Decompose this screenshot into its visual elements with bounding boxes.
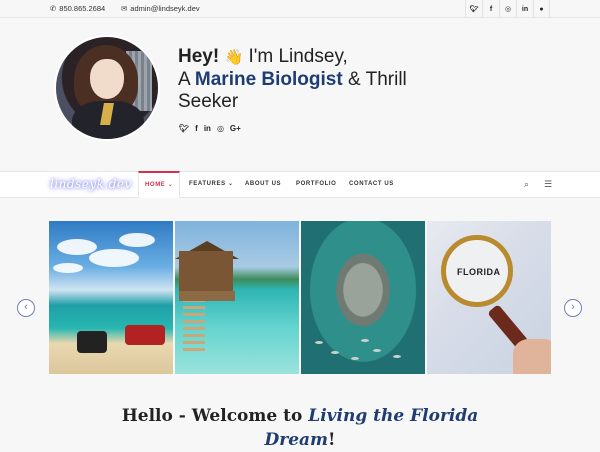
linkedin-icon[interactable]: in (516, 0, 533, 18)
role-text: Marine Biologist (194, 69, 343, 90)
chevron-down-icon: ⌄ (167, 182, 174, 188)
facebook-icon[interactable]: f (195, 124, 198, 133)
phone-number: 850.865.2684 (59, 4, 106, 13)
hero-headline: Hey! 👋 I'm Lindsey, A Marine Biologist &… (178, 46, 407, 113)
facebook-icon[interactable]: f (482, 0, 499, 18)
github-icon[interactable]: ● (533, 0, 550, 18)
hero-social-links: 🐦︎ f in ◎ G+ (179, 124, 241, 133)
image-carousel: FLORIDA (49, 221, 551, 374)
overwater-bungalow-image[interactable] (175, 221, 299, 374)
hey-text: Hey! (178, 46, 220, 67)
welcome-emphasis: Living the Florida (308, 406, 479, 426)
chevron-down-icon: ⌄ (227, 181, 234, 187)
welcome-suffix: ! (328, 430, 336, 450)
welcome-prefix: Hello - Welcome to (121, 406, 303, 426)
wave-icon: 👋 (224, 49, 244, 66)
site-logo[interactable]: lindseyk.dev (50, 177, 132, 191)
google-plus-icon[interactable]: G+ (230, 124, 241, 133)
nav-item-features[interactable]: FEATURES ⌄ (189, 172, 234, 197)
line3-text: Seeker (178, 91, 239, 112)
welcome-emphasis-2: Dream (264, 430, 329, 450)
nav-item-home[interactable]: HOME ⌄ (138, 171, 181, 198)
carousel-prev-button[interactable]: ‹ (17, 299, 35, 317)
nav-item-contact[interactable]: CONTACT US (349, 172, 394, 197)
instagram-icon[interactable]: ◎ (499, 0, 516, 18)
line2-suffix: & Thrill (347, 69, 407, 90)
top-bar: ✆ 850.865.2684 ✉ admin@lindseyk.dev 🐦︎ f… (0, 0, 600, 18)
map-label: FLORIDA (457, 267, 501, 277)
carousel-next-button[interactable]: › (564, 299, 582, 317)
manatee-image[interactable] (301, 221, 425, 374)
avatar (56, 37, 158, 139)
nav-item-about[interactable]: ABOUT US (245, 172, 281, 197)
envelope-icon: ✉ (121, 4, 128, 13)
twitter-icon[interactable]: 🐦︎ (465, 0, 482, 18)
email-address: admin@lindseyk.dev (130, 4, 200, 13)
email-contact[interactable]: ✉ admin@lindseyk.dev (121, 4, 200, 13)
search-icon[interactable]: ⌕ (524, 179, 529, 190)
top-social-links: 🐦︎ f ◎ in ● (465, 0, 550, 18)
welcome-heading: Hello - Welcome to Living the Florida Dr… (0, 404, 600, 452)
twitter-icon[interactable]: 🐦︎ (179, 124, 189, 133)
menu-list-icon[interactable]: ☰ (544, 179, 552, 190)
intro-text: I'm Lindsey, (248, 46, 348, 67)
line2-prefix: A (178, 69, 190, 90)
florida-map-magnifier-image[interactable]: FLORIDA (427, 221, 551, 374)
main-nav: lindseyk.dev HOME ⌄ FEATURES ⌄ ABOUT US … (0, 171, 600, 198)
beach-jetski-image[interactable] (49, 221, 173, 374)
nav-item-portfolio[interactable]: PORTFOLIO (296, 172, 336, 197)
phone-contact[interactable]: ✆ 850.865.2684 (50, 4, 105, 13)
linkedin-icon[interactable]: in (204, 124, 211, 133)
phone-icon: ✆ (50, 4, 57, 13)
instagram-icon[interactable]: ◎ (217, 124, 224, 133)
